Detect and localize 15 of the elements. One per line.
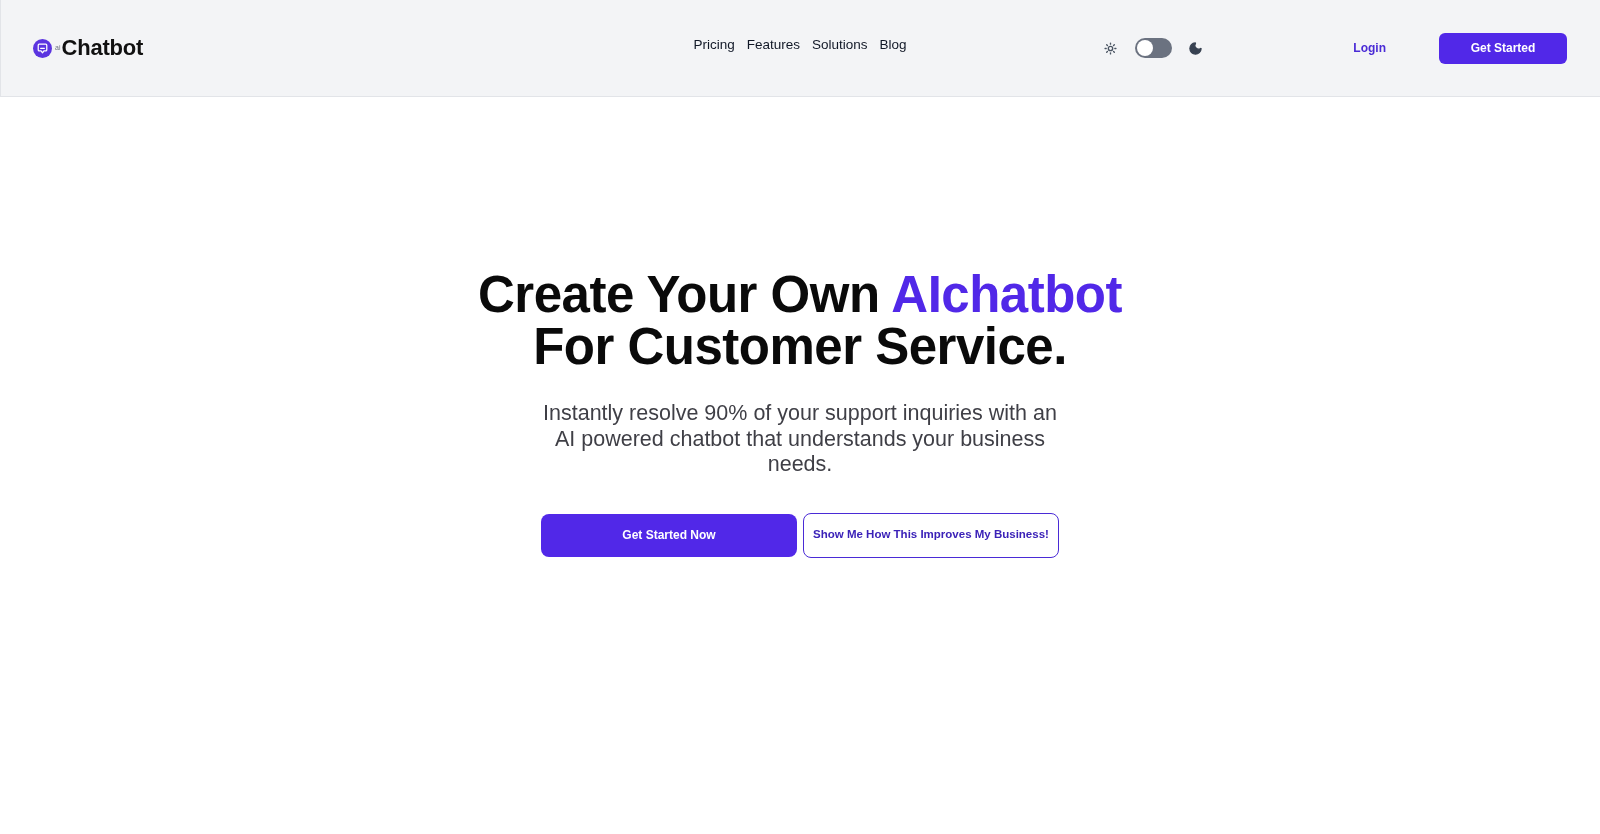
show-me-how-button[interactable]: Show Me How This Improves My Business! bbox=[803, 512, 1059, 558]
sun-icon bbox=[1104, 41, 1118, 55]
moon-icon bbox=[1188, 40, 1204, 56]
theme-toggle[interactable] bbox=[1135, 38, 1173, 58]
login-link[interactable]: Login bbox=[1353, 39, 1386, 57]
logo-wordmark: Chatbot bbox=[61, 37, 144, 59]
chat-bubble-logo-icon bbox=[33, 38, 52, 58]
nav-link[interactable]: Features bbox=[746, 35, 800, 56]
hero-headline: Create Your Own AIchatbot For Customer Service. bbox=[478, 269, 1122, 373]
nav-link[interactable]: Blog bbox=[879, 35, 907, 56]
get-started-now-button[interactable]: Get Started Now bbox=[541, 513, 797, 557]
hero-subtitle: Instantly resolve 90% of your support inquiries with an AI powered chatbot that understands your business needs. bbox=[542, 401, 1058, 478]
nav-link[interactable]: Solutions bbox=[812, 35, 868, 56]
get-started-button[interactable]: Get Started bbox=[1439, 32, 1567, 64]
nav-link[interactable]: Pricing bbox=[693, 35, 735, 56]
